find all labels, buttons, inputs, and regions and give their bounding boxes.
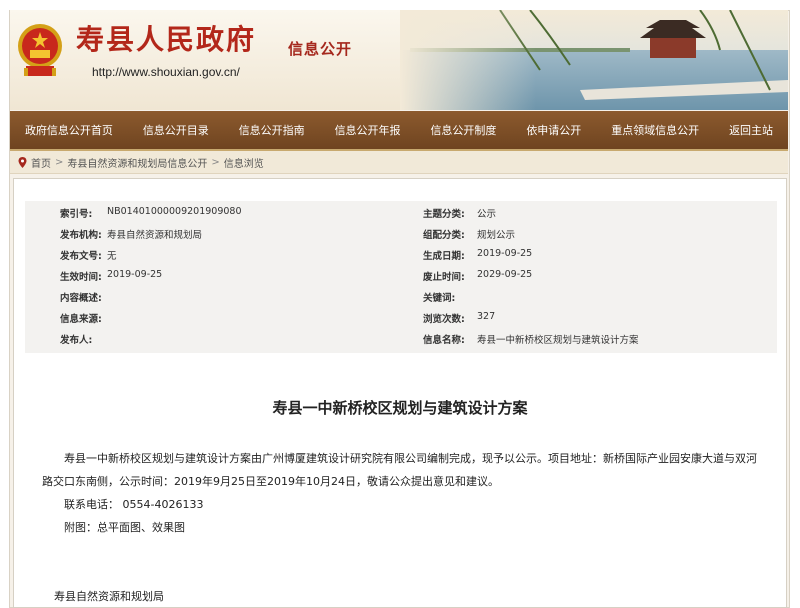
meta-label: 组配分类:	[423, 230, 465, 241]
meta-value: NB01401000009201909080	[107, 206, 242, 217]
meta-label: 生效时间:	[60, 272, 102, 283]
document-paragraph: 寿县一中新桥校区规划与建筑设计方案由广州博厦建筑设计研究院有限公司编制完成，现予…	[42, 452, 757, 488]
attachments-note: 附图：总平面图、效果图	[64, 521, 185, 534]
breadcrumb-department[interactable]: 寿县自然资源和规划局信息公开	[67, 155, 207, 170]
meta-label: 关键词:	[423, 293, 456, 304]
nav-item-guide[interactable]: 信息公开指南	[233, 122, 311, 138]
location-pin-icon	[18, 156, 27, 168]
metadata-row: 生效时间: 2019-09-25 废止时间: 2029-09-25	[25, 269, 777, 290]
lake-pavilion-scenery	[400, 10, 788, 110]
nav-item-key-areas[interactable]: 重点领域信息公开	[605, 122, 705, 138]
metadata-row: 发布人: 信息名称: 寿县一中新桥校区规划与建筑设计方案	[25, 332, 777, 353]
nav-item-application[interactable]: 依申请公开	[520, 122, 587, 138]
meta-label: 发布人:	[60, 335, 93, 346]
main-nav: 政府信息公开首页 信息公开目录 信息公开指南 信息公开年报 信息公开制度 依申请…	[10, 111, 788, 151]
document-title: 寿县一中新桥校区规划与建筑设计方案	[272, 399, 528, 417]
meta-value: 327	[477, 311, 496, 322]
document-signature: 寿县自然资源和规划局	[54, 590, 164, 603]
meta-label: 内容概述:	[60, 293, 102, 304]
meta-value: 寿县自然资源和规划局	[107, 230, 203, 241]
nav-item-back-main[interactable]: 返回主站	[723, 122, 779, 138]
meta-label: 信息来源:	[60, 314, 102, 325]
contact-phone: 联系电话： 0554-4026133	[64, 498, 204, 511]
breadcrumb-separator: >	[55, 156, 64, 168]
meta-label: 生成日期:	[423, 251, 465, 262]
meta-label: 索引号:	[60, 209, 93, 220]
meta-value: 寿县一中新桥校区规划与建筑设计方案	[477, 335, 639, 346]
meta-label: 发布文号:	[60, 251, 102, 262]
meta-value: 2019-09-25	[477, 248, 533, 259]
meta-value: 规划公示	[477, 230, 516, 241]
document-body: 寿县一中新桥校区规划与建筑设计方案由广州博厦建筑设计研究院有限公司编制完成，现予…	[42, 447, 762, 539]
header-banner: 寿县人民政府 http://www.shouxian.gov.cn/ 信息公开	[10, 10, 788, 110]
nav-item-home[interactable]: 政府信息公开首页	[19, 122, 119, 138]
meta-value: 2029-09-25	[477, 269, 533, 280]
breadcrumb-current: 信息浏览	[223, 158, 264, 170]
metadata-row: 发布文号: 无 生成日期: 2019-09-25	[25, 248, 777, 269]
meta-label: 主题分类:	[423, 209, 465, 220]
meta-label: 信息名称:	[423, 335, 465, 346]
metadata-row: 发布机构: 寿县自然资源和规划局 组配分类: 规划公示	[25, 227, 777, 248]
meta-label: 废止时间:	[423, 272, 465, 283]
metadata-row: 内容概述: 关键词:	[25, 290, 777, 311]
site-url[interactable]: http://www.shouxian.gov.cn/	[92, 65, 240, 79]
meta-value: 无	[107, 251, 117, 262]
meta-label: 发布机构:	[60, 230, 102, 241]
breadcrumb: 首页 > 寿县自然资源和规划局信息公开 > 信息浏览	[10, 151, 788, 174]
content-panel: 索引号: NB01401000009201909080 主题分类: 公示 发布机…	[13, 178, 787, 608]
meta-value: 2019-09-25	[107, 269, 163, 280]
metadata-table: 索引号: NB01401000009201909080 主题分类: 公示 发布机…	[25, 201, 777, 353]
section-title: 信息公开	[288, 40, 353, 58]
metadata-row: 索引号: NB01401000009201909080 主题分类: 公示	[25, 206, 777, 227]
nav-item-rules[interactable]: 信息公开制度	[424, 122, 502, 138]
national-emblem-icon	[18, 24, 62, 76]
nav-item-annual-report[interactable]: 信息公开年报	[329, 122, 407, 138]
nav-item-catalog[interactable]: 信息公开目录	[137, 122, 215, 138]
metadata-row: 信息来源: 浏览次数: 327	[25, 311, 777, 332]
meta-value: 公示	[477, 209, 497, 220]
meta-label: 浏览次数:	[423, 314, 465, 325]
breadcrumb-separator: >	[211, 156, 220, 168]
breadcrumb-home[interactable]: 首页	[31, 155, 51, 170]
site-title: 寿县人民政府	[76, 23, 257, 56]
